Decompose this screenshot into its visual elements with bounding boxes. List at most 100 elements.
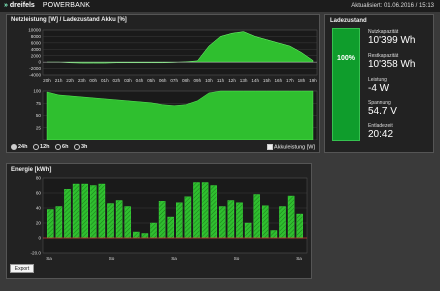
power-x-tick: 00h (89, 78, 97, 83)
energy-bar (296, 213, 303, 239)
range-selector: 24h 12h 6h 3h (11, 144, 91, 150)
power-x-tick: 01h (101, 78, 109, 83)
energy-y-tick: 40 (36, 206, 42, 211)
power-x-tick: 04h (136, 78, 144, 83)
energy-bar (133, 231, 140, 239)
usable-capacity-value: 10'399 Wh (368, 35, 416, 46)
power-x-tick: 22h (66, 78, 74, 83)
range-12h[interactable]: 12h (33, 144, 50, 150)
power-x-tick: 02h (113, 78, 121, 83)
discharge-time-value: 20:42 (368, 129, 394, 140)
energy-bar (72, 183, 80, 239)
battery-level-gauge: 100% (332, 28, 360, 141)
logo: » dreifels POWERBANK (4, 2, 90, 9)
power-y-tick: -4000 (29, 73, 41, 78)
energy-bar (167, 216, 174, 239)
power-x-tick: 14h (251, 78, 259, 83)
voltage-value: 54.7 V (368, 106, 397, 117)
power-x-tick: 03h (124, 78, 132, 83)
charge-panel-title: Ladezustand (330, 18, 367, 24)
charge-area-chart: 100 75 50 25 (33, 89, 318, 140)
energy-bar (98, 183, 106, 239)
radio-3h-icon (73, 144, 80, 150)
battery-power-toggle[interactable]: Akkuleistung [W] (267, 144, 315, 150)
export-button[interactable]: Export (10, 264, 34, 273)
charge-y-tick: 75 (36, 101, 42, 106)
top-bar: » dreifels POWERBANK Aktualisiert: 01.06.2… (0, 0, 440, 12)
charge-y-tick: 25 (36, 125, 42, 130)
radio-6h-icon (55, 144, 62, 150)
energy-y-tick: 80 (36, 176, 42, 181)
energy-x-tick: Sa (171, 256, 177, 261)
power-x-tick: 11h (217, 78, 225, 83)
range-3h[interactable]: 3h (73, 144, 87, 150)
energy-x-tick: Sa (46, 256, 52, 261)
checkbox-icon (267, 144, 274, 150)
power-y-tick: 6000 (31, 40, 42, 45)
power-x-tick: 07h (170, 78, 178, 83)
energy-bar (244, 222, 252, 239)
energy-bar (158, 201, 166, 239)
brand-name: dreifels (9, 2, 35, 9)
power-x-tick: 17h (286, 78, 294, 83)
power-x-tick: 15h (263, 78, 271, 83)
energy-bar (64, 189, 71, 239)
power-x-tick: 21h (55, 78, 63, 83)
range-24h[interactable]: 24h (11, 144, 27, 150)
power-y-tick: 10000 (28, 28, 41, 33)
energy-bar (107, 203, 114, 239)
energy-bar (201, 182, 209, 239)
power-panel: Netzleistung [W] / Ladezustand Akku [%] … (6, 14, 320, 153)
energy-bar (47, 209, 54, 239)
radio-24h-icon (11, 144, 17, 150)
energy-bar (236, 202, 243, 239)
power-x-tick: 18h (298, 78, 306, 83)
power-y-tick: 4000 (31, 47, 42, 52)
energy-y-tick: 20 (36, 221, 42, 226)
power-x-tick: 09h (194, 78, 202, 83)
power-value: -4 W (368, 83, 390, 94)
energy-bar (253, 194, 260, 239)
energy-bar (279, 206, 286, 239)
energy-bar (90, 185, 97, 239)
power-y-tick: 2000 (31, 53, 42, 58)
remaining-capacity-value: 10'358 Wh (368, 59, 416, 70)
charge-panel: Ladezustand 100% Nutzkapazität 10'399 Wh… (324, 14, 434, 153)
power-x-tick: 10h (205, 78, 213, 83)
energy-bar (287, 195, 295, 239)
energy-bar (210, 185, 217, 239)
energy-bar (270, 230, 278, 239)
energy-y-tick: 60 (36, 191, 42, 196)
energy-bar (81, 183, 88, 239)
charge-y-tick: 100 (33, 89, 41, 94)
energy-chart: 80 60 40 20 0 -20.0 Sa So Sa So Sa (31, 176, 308, 261)
energy-bar (184, 196, 192, 239)
power-chart: 1000080006000 40002000 0-2000 -400020h 21h 22… (28, 28, 318, 140)
battery-percent: 100% (337, 55, 355, 62)
range-6h[interactable]: 6h (55, 144, 68, 150)
energy-x-tick: So (234, 256, 240, 261)
energy-y-tick: -20.0 (31, 251, 42, 256)
power-y-tick: 8000 (31, 34, 42, 39)
product-name: POWERBANK (42, 2, 91, 9)
power-x-tick: 05h (147, 78, 155, 83)
energy-x-tick: Sa (296, 256, 302, 261)
energy-bar (150, 222, 157, 239)
energy-bar-chart: 80 60 40 20 0 -20.0 Sa So Sa So Sa (31, 176, 308, 261)
energy-bar (55, 206, 63, 239)
energy-bar (219, 206, 226, 239)
power-x-tick: 12h (228, 78, 236, 83)
radio-12h-icon (33, 144, 40, 150)
power-line-chart: 1000080006000 40002000 0-2000 -400020h 21h 22… (28, 28, 317, 83)
power-x-tick: 08h (182, 78, 190, 83)
power-x-tick: 16h (274, 78, 282, 83)
power-x-tick: 19h (309, 78, 317, 83)
power-x-tick: 06h (159, 78, 167, 83)
energy-panel: Energie [kWh] 80 60 40 20 0 -20.0 Sa So Sa So Sa (6, 163, 312, 279)
last-updated: Aktualisiert: 01.06.2016 / 15:13 (351, 3, 434, 9)
power-x-tick: 13h (240, 78, 248, 83)
energy-y-tick: 0 (38, 236, 41, 241)
energy-bar (141, 233, 149, 239)
energy-bar (227, 200, 235, 239)
energy-bar (124, 206, 131, 239)
